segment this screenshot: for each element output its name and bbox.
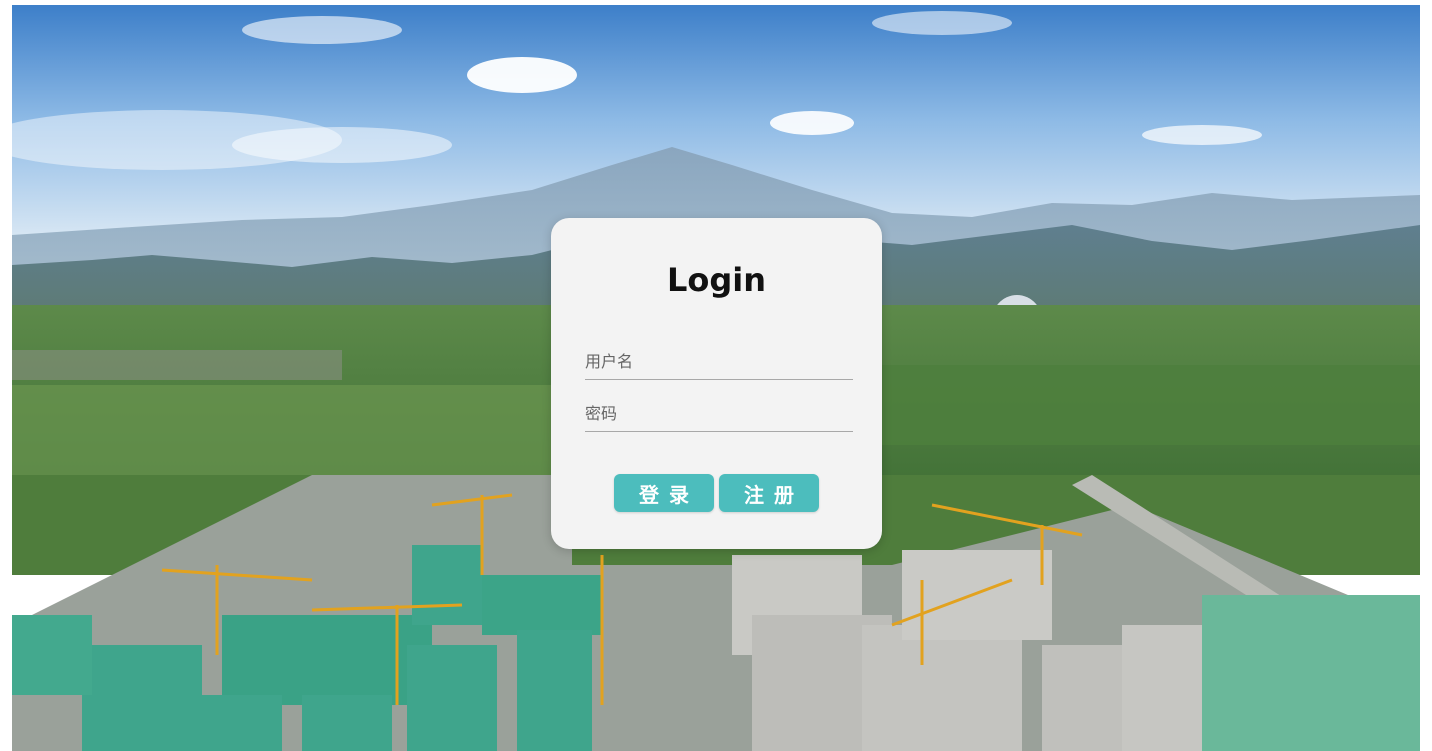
login-page: Login 登录 注册 [0,0,1432,751]
login-card: Login 登录 注册 [551,218,882,549]
password-input[interactable] [585,400,853,432]
register-button[interactable]: 注册 [719,474,819,512]
login-title: Login [666,261,767,299]
login-button[interactable]: 登录 [614,474,714,512]
username-input[interactable] [585,348,853,380]
